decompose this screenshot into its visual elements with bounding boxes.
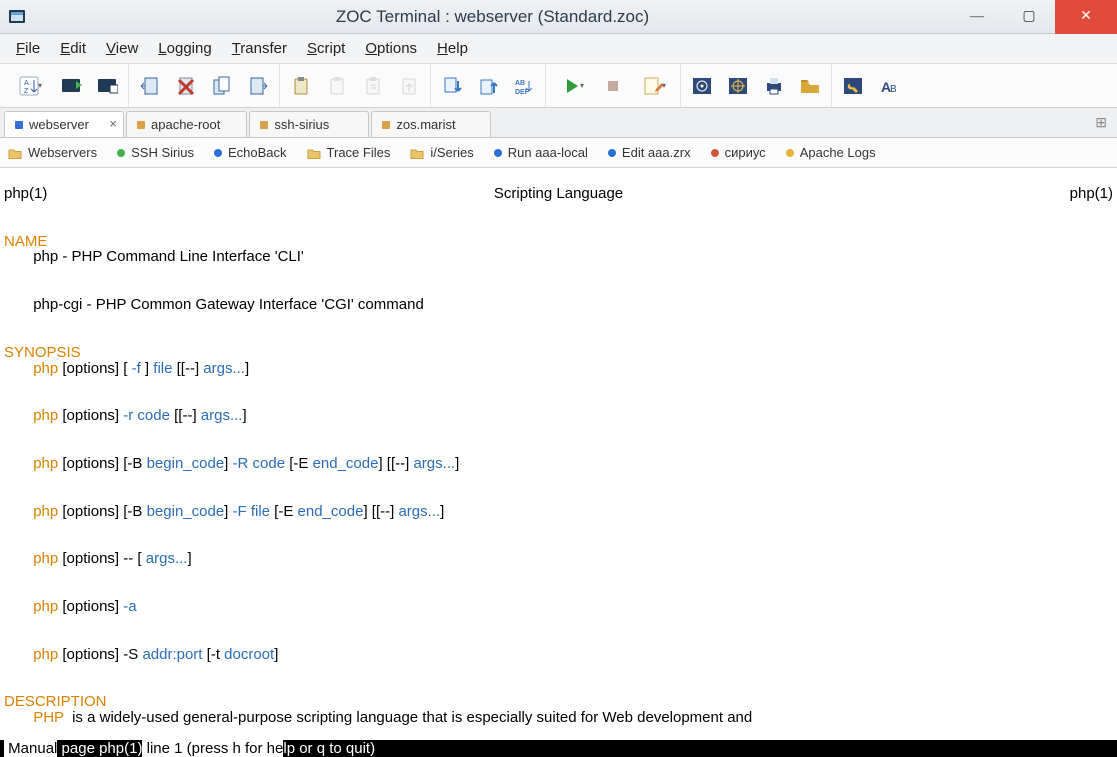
quick-label: Apache Logs [800,145,876,160]
section-name: NAME [4,233,47,250]
folder-icon [307,146,321,160]
svg-text:Z: Z [24,88,29,95]
section-synopsis: SYNOPSIS [4,344,81,361]
terminal-output[interactable]: php(1)Scripting Languagephp(1) NAME php … [0,168,1117,740]
toolbar-target[interactable] [687,71,717,101]
quick-apache-logs[interactable]: Apache Logs [786,145,876,160]
menu-edit[interactable]: Edit [50,36,96,61]
svg-text:B: B [890,84,897,95]
quick-label: Trace Files [327,145,391,160]
menu-file[interactable]: File [6,36,50,61]
tab-status-icon [382,121,390,129]
toolbar-doc-delete[interactable] [171,71,201,101]
bullet-icon [214,149,222,157]
window-title: ZOC Terminal : webserver (Standard.zoc) [34,7,951,27]
bullet-icon [711,149,719,157]
tab-apache-root[interactable]: apache-root [126,111,247,137]
man-header-left: php(1) [4,186,47,202]
folder-icon [410,146,424,160]
folder-icon [8,146,22,160]
toolbar-printer[interactable] [759,71,789,101]
quick-label: сириус [725,145,766,160]
quick-label: Edit aaa.zrx [622,145,691,160]
quickbar: Webservers SSH Sirius EchoBack Trace Files i… [0,138,1117,168]
chevron-down-icon: ▾ [38,81,42,90]
status-line: Manual page php(1) line 1 (press h for h… [0,740,1117,757]
menu-logging[interactable]: Logging [148,36,221,61]
tab-label: webserver [29,117,89,132]
toolbar-folder-open[interactable] [795,71,825,101]
toolbar-edit-script[interactable]: ▾ [634,71,674,101]
man-header-center: Scripting Language [47,186,1069,202]
svg-text:A: A [24,80,29,87]
name-line-1: php - PHP Command Line Interface 'CLI' [33,248,304,265]
quick-label: Webservers [28,145,97,160]
chevron-down-icon: ▾ [662,81,666,90]
toolbar-upload[interactable] [473,71,503,101]
quick-label: EchoBack [228,145,287,160]
quick-webservers[interactable]: Webservers [8,145,97,160]
menu-help[interactable]: Help [427,36,478,61]
bullet-icon [786,149,794,157]
tab-webserver[interactable]: webserver × [4,111,124,137]
section-description: DESCRIPTION [4,693,107,710]
quick-label: SSH Sirius [131,145,194,160]
tab-zos.marist[interactable]: zos.marist [371,111,491,137]
toolbar-tool-wrench[interactable] [838,71,868,101]
toolbar-clipboard[interactable] [358,71,388,101]
menubar: File Edit View Logging Transfer Script O… [0,34,1117,64]
toolbar-doc-left[interactable] [135,71,165,101]
toolbar-play[interactable]: ▾ [552,71,592,101]
titlebar: ZOC Terminal : webserver (Standard.zoc) … [0,0,1117,34]
tab-overview-icon[interactable]: ⊞ [1095,114,1107,131]
app-icon [8,8,26,26]
menu-script[interactable]: Script [297,36,355,61]
tab-close-icon[interactable]: × [109,116,117,131]
toolbar-font-ab[interactable]: AB [874,71,904,101]
quick-label: Run aaa-local [508,145,588,160]
quick-edit-aaa.zrx[interactable]: Edit aaa.zrx [608,145,691,160]
toolbar-host-list[interactable] [92,71,122,101]
toolbar-paste-plain[interactable] [322,71,352,101]
tab-status-icon [15,121,23,129]
quick-сириус[interactable]: сириус [711,145,766,160]
maximize-button[interactable]: ▢ [1003,0,1055,34]
bullet-icon [494,149,502,157]
tab-strip: webserver × apache-root ssh-sirius zos.maris… [0,108,1117,138]
toolbar-target-alt[interactable] [723,71,753,101]
bullet-icon [117,149,125,157]
close-button[interactable]: ✕ [1055,0,1117,34]
menu-options[interactable]: Options [355,36,427,61]
quick-echoback[interactable]: EchoBack [214,145,287,160]
toolbar: AZ ▾ ABDEF ▾ ▾ AB [0,64,1117,108]
quick-i/series[interactable]: i/Series [410,145,473,160]
quick-ssh-sirius[interactable]: SSH Sirius [117,145,194,160]
tab-ssh-sirius[interactable]: ssh-sirius [249,111,369,137]
menu-transfer[interactable]: Transfer [222,36,297,61]
tab-label: zos.marist [396,117,455,132]
quick-run-aaa-local[interactable]: Run aaa-local [494,145,588,160]
tab-label: ssh-sirius [274,117,329,132]
toolbar-download[interactable] [437,71,467,101]
name-line-2: php-cgi - PHP Common Gateway Interface '… [33,296,424,313]
svg-text:AB: AB [515,80,525,87]
toolbar-az-sort[interactable]: AZ ▾ [10,71,50,101]
tab-status-icon [137,121,145,129]
man-header-right: php(1) [1070,186,1113,202]
bullet-icon [608,149,616,157]
toolbar-paste[interactable] [286,71,316,101]
menu-view[interactable]: View [96,36,148,61]
toolbar-host-new[interactable] [56,71,86,101]
chevron-down-icon: ▾ [580,81,584,90]
tab-label: apache-root [151,117,220,132]
toolbar-doc-right[interactable] [243,71,273,101]
quick-label: i/Series [430,145,473,160]
quick-trace-files[interactable]: Trace Files [307,145,391,160]
toolbar-doc-copy[interactable] [207,71,237,101]
toolbar-abc-def[interactable]: ABDEF [509,71,539,101]
toolbar-stop[interactable] [598,71,628,101]
minimize-button[interactable]: — [951,0,1003,34]
toolbar-clipboard-up[interactable] [394,71,424,101]
tab-status-icon [260,121,268,129]
